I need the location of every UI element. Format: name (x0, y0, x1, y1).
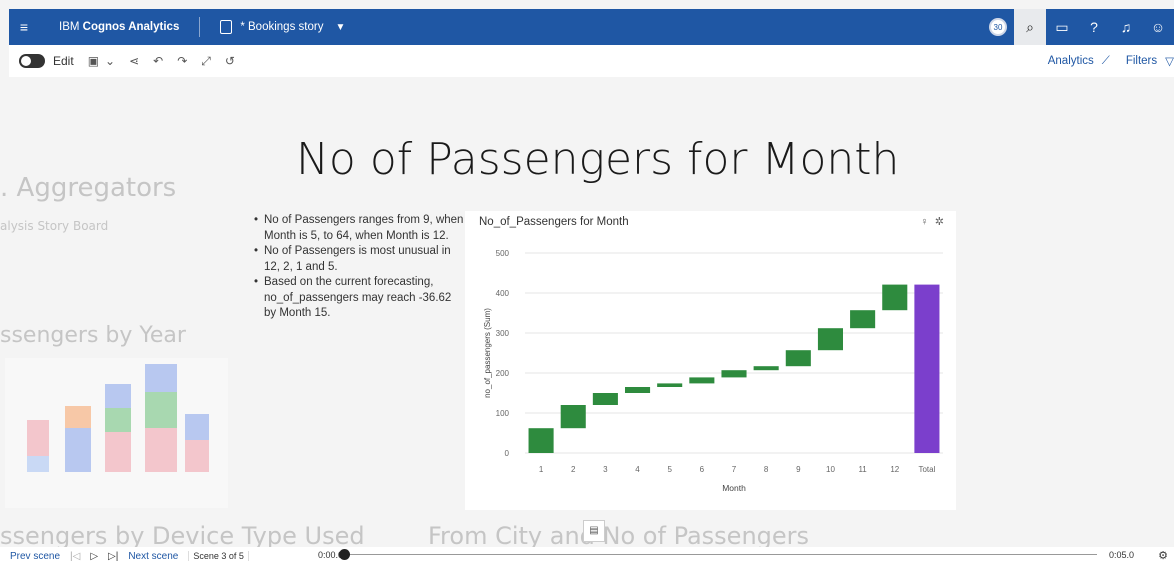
scene-title: No of Passengers for Month (296, 134, 900, 185)
waterfall-bar (882, 284, 908, 311)
x-axis-label: Month (722, 483, 746, 493)
badge-button[interactable]: 30 (982, 9, 1014, 45)
skip-forward-icon[interactable]: ▷| (108, 551, 118, 562)
waterfall-bar (850, 310, 876, 329)
waterfall-bar (689, 377, 715, 384)
y-tick-label: 500 (496, 249, 510, 258)
lightbulb-icon[interactable]: ♀ (920, 216, 928, 228)
ghost-scene-title: ssengers by Device Type Used (0, 522, 365, 547)
story-canvas: . Aggregators alysis Story Board ssenger… (0, 77, 1174, 547)
chat-icon[interactable]: ▭ (1046, 9, 1078, 45)
app-brand[interactable]: IBM Cognos Analytics (59, 21, 179, 33)
prev-scene-button[interactable]: Prev scene (10, 551, 60, 562)
redo-icon[interactable]: ↷ (177, 54, 187, 68)
notes-icon[interactable]: ▤ (583, 520, 605, 542)
y-tick-label: 0 (505, 449, 510, 458)
y-tick-label: 200 (496, 369, 510, 378)
x-tick-label: 10 (826, 465, 835, 474)
x-tick-label: 11 (858, 465, 867, 474)
chart-panel[interactable]: No_of_Passengers for Month ♀ ✲ 0 100 200 30… (465, 211, 956, 510)
analytics-icon[interactable]: ⟋ (1102, 55, 1110, 68)
story-title[interactable]: * Bookings story (240, 21, 323, 33)
waterfall-bar (624, 387, 651, 393)
x-tick-label: 7 (732, 465, 737, 474)
x-tick-label: 9 (796, 465, 801, 474)
insight-item: No of Passengers is most unusual in 12, … (254, 244, 464, 275)
ghost-scene-title: . Aggregators (0, 173, 177, 203)
waterfall-bar (592, 393, 618, 405)
timeline-handle[interactable] (339, 549, 350, 560)
insight-list: No of Passengers ranges from 9, when Mon… (254, 213, 464, 322)
share-icon[interactable]: ⋖ (129, 54, 139, 68)
ghost-scene-title: From City and No of Passengers (428, 522, 810, 547)
insight-item: Based on the current forecasting, no_of_… (254, 275, 464, 322)
undo-icon[interactable]: ↶ (153, 54, 163, 68)
y-tick-label: 100 (496, 409, 510, 418)
next-scene-button[interactable]: Next scene (128, 551, 178, 562)
divider (199, 17, 201, 37)
gear-icon[interactable]: ⚙ (1158, 549, 1168, 562)
analytics-button[interactable]: Analytics (1048, 55, 1094, 67)
x-tick-label: 12 (890, 465, 899, 474)
x-tick-label: 6 (700, 465, 705, 474)
help-icon[interactable]: ? (1078, 9, 1110, 45)
filter-icon[interactable]: ▽ (1165, 54, 1174, 68)
waterfall-bar (785, 350, 811, 367)
ghost-scene-subtitle: alysis Story Board (0, 219, 109, 233)
edit-toolbar: Edit ▣ ⌄ ⋖ ↶ ↷ ⤢ ↺ Analytics ⟋ Filters ▽ (9, 45, 1174, 77)
edit-label: Edit (53, 54, 74, 68)
waterfall-bar (560, 405, 586, 429)
play-icon[interactable]: ▷ (90, 551, 98, 562)
total-bar (914, 284, 940, 453)
waterfall-bar (657, 383, 683, 387)
skip-back-icon[interactable]: |◁ (70, 551, 80, 562)
save-icon[interactable]: ▣ (88, 54, 99, 68)
filters-button[interactable]: Filters (1126, 55, 1157, 67)
x-tick-label: 5 (667, 465, 672, 474)
y-tick-label: 300 (496, 329, 510, 338)
x-tick-label: 4 (635, 465, 640, 474)
brand-prefix: IBM (59, 21, 83, 33)
search-icon[interactable]: ⌕ (1014, 9, 1046, 45)
reset-icon[interactable]: ↺ (225, 54, 235, 68)
y-axis-label: no_of_passengers (Sum) (483, 308, 492, 398)
x-tick-label: 8 (764, 465, 769, 474)
top-nav-bar: ≡ IBM Cognos Analytics * Bookings story … (9, 9, 1174, 45)
chevron-down-icon[interactable]: ⌄ (105, 54, 115, 68)
x-tick-label: 2 (571, 465, 576, 474)
expand-icon[interactable]: ⤢ (201, 54, 211, 69)
ghost-mini-chart (5, 358, 228, 508)
waterfall-chart: 01002003004005001 2 3 4 5 6 7 8 9 10 11 12 TotalMont… (483, 249, 943, 493)
waterfall-bar (817, 328, 844, 351)
hamburger-icon[interactable]: ≡ (11, 19, 37, 35)
bell-icon[interactable]: ♫ (1110, 9, 1142, 45)
edit-toggle[interactable] (19, 54, 45, 68)
brand-name: Cognos Analytics (82, 21, 180, 33)
chart-title: No_of_Passengers for Month (479, 216, 629, 228)
timeline-track[interactable] (345, 554, 1097, 555)
scene-player-bar: Prev scene |◁ ▷ ▷| Next scene Scene 3 of… (0, 547, 1174, 565)
user-icon[interactable]: ☺ (1142, 9, 1174, 45)
x-tick-label: 1 (539, 465, 544, 474)
x-tick-label: 3 (603, 465, 608, 474)
waterfall-bar (528, 428, 554, 453)
chevron-down-icon[interactable]: ▼ (335, 22, 345, 33)
waterfall-bar (721, 370, 747, 378)
waterfall-bar (753, 366, 779, 371)
count-badge: 30 (989, 18, 1007, 36)
time-end: 0:05.0 (1108, 550, 1134, 560)
insight-item: No of Passengers ranges from 9, when Mon… (254, 213, 464, 244)
x-tick-label: Total (918, 465, 935, 474)
ghost-scene-title: ssengers by Year (0, 323, 186, 348)
story-icon (220, 20, 233, 34)
settings-icon[interactable]: ✲ (935, 216, 944, 228)
scene-indicator: Scene 3 of 5 (188, 551, 249, 561)
y-tick-label: 400 (496, 289, 510, 298)
